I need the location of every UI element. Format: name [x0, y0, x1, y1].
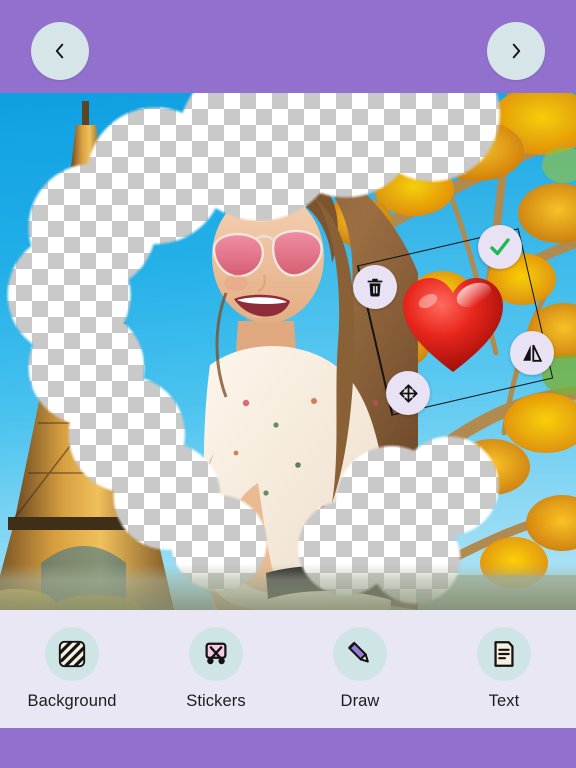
- chevron-left-icon: [49, 40, 71, 62]
- pencil-icon: [333, 627, 387, 681]
- sticker-move-handle[interactable]: [386, 371, 430, 415]
- stripes-square-icon: [45, 627, 99, 681]
- tool-stickers[interactable]: Stickers: [154, 627, 278, 711]
- cityline-haze: [0, 564, 576, 610]
- document-lines-icon: [477, 627, 531, 681]
- next-button[interactable]: [487, 22, 545, 80]
- tool-stickers-label: Stickers: [186, 692, 246, 710]
- scissors-icon: [189, 627, 243, 681]
- tool-draw-label: Draw: [340, 692, 380, 710]
- trash-icon: [364, 276, 386, 298]
- chevron-right-icon: [505, 40, 527, 62]
- sticker-delete-handle[interactable]: [353, 265, 397, 309]
- header-bar: [0, 0, 576, 93]
- check-icon: [488, 235, 512, 259]
- sticker-flip-handle[interactable]: [510, 331, 554, 375]
- tool-background[interactable]: Background: [10, 627, 134, 711]
- move-arrows-icon: [397, 382, 420, 405]
- footer-bar: [0, 728, 576, 768]
- previous-button[interactable]: [31, 22, 89, 80]
- flip-horizontal-icon: [521, 342, 543, 364]
- sticker-confirm-handle[interactable]: [478, 225, 522, 269]
- bottom-toolbar: Background Stickers Draw Text: [0, 610, 576, 728]
- red-heart-sticker[interactable]: [400, 275, 506, 375]
- editor-canvas[interactable]: [0, 93, 576, 610]
- photo-editor-app: Background Stickers Draw Text: [0, 0, 576, 768]
- tool-text[interactable]: Text: [442, 627, 566, 711]
- tool-text-label: Text: [488, 692, 520, 710]
- tool-draw[interactable]: Draw: [298, 627, 422, 711]
- tool-background-label: Background: [27, 692, 117, 710]
